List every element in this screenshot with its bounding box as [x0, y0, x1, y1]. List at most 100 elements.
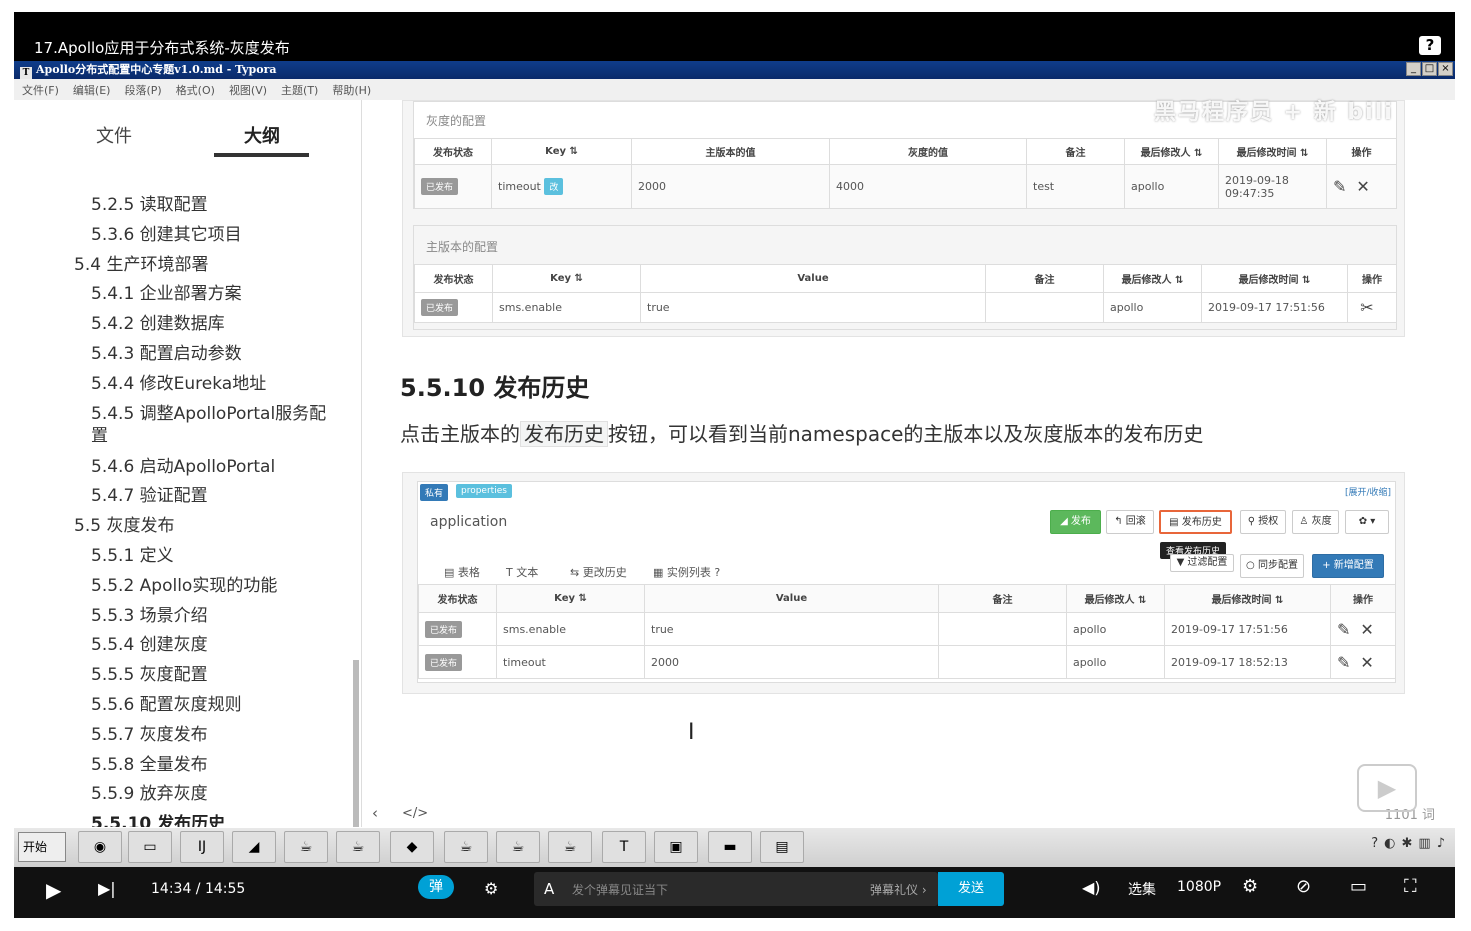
quality-button[interactable]: 1080P — [1177, 879, 1221, 895]
outline-item[interactable]: 5.5.7 灰度发布 — [91, 720, 208, 745]
th-status: 发布状态 — [414, 138, 492, 165]
outline-item[interactable]: 5.5.4 创建灰度 — [91, 630, 208, 655]
tab-table[interactable]: ▤ 表格 — [444, 564, 480, 580]
etiquette-link[interactable]: 弹幕礼仪 › — [870, 881, 927, 898]
outline-item[interactable]: 5.5.3 场景介绍 — [91, 601, 208, 626]
play-icon[interactable]: ▶ — [46, 878, 61, 902]
tools-icon[interactable]: ✂ — [1360, 298, 1373, 317]
outline-item[interactable]: 5.5 灰度发布 — [74, 511, 174, 536]
java-icon[interactable]: ☕ — [336, 831, 380, 863]
th-value: Value — [640, 264, 986, 293]
menu-paragraph[interactable]: 段落(P) — [124, 82, 161, 98]
publish-button[interactable]: ◢ 发布 — [1050, 510, 1101, 534]
tray-icon[interactable]: ◐ — [1384, 836, 1395, 851]
outline-item[interactable]: 5.4.6 启动ApolloPortal — [91, 452, 275, 477]
outline-item[interactable]: 5.5.1 定义 — [91, 541, 174, 566]
rollback-button[interactable]: ↰ 回滚 — [1106, 510, 1154, 534]
font-icon[interactable]: A — [544, 880, 554, 898]
start-button[interactable]: 开始 — [18, 832, 66, 862]
menu-file[interactable]: 文件(F) — [22, 82, 59, 98]
edit-icon[interactable]: ✎ — [1337, 620, 1350, 639]
intellij-icon[interactable]: IJ — [180, 831, 224, 863]
java-icon[interactable]: ☕ — [496, 831, 540, 863]
terminal-icon[interactable]: ▬ — [708, 831, 752, 863]
outline-item[interactable]: 5.5.5 灰度配置 — [91, 660, 208, 685]
edit-icon[interactable]: ✎ — [1333, 177, 1346, 196]
menu-view[interactable]: 视图(V) — [229, 82, 267, 98]
app-icon[interactable]: ▣ — [654, 831, 698, 863]
outline-item[interactable]: 5.4.4 修改Eureka地址 — [91, 369, 266, 394]
outline-item[interactable]: 置 — [91, 421, 108, 446]
outline-item[interactable]: 5.5.6 配置灰度规则 — [91, 690, 242, 715]
tab-text[interactable]: T 文本 — [506, 564, 538, 580]
menu-help[interactable]: 帮助(H) — [332, 82, 371, 98]
play-overlay-icon[interactable]: ▶ — [1357, 764, 1417, 812]
gray-button[interactable]: ♙ 灰度 — [1292, 510, 1339, 534]
pip-off-icon[interactable]: ⊘ — [1296, 876, 1311, 897]
network-icon[interactable]: ▥ — [1418, 836, 1430, 851]
add-config-button[interactable]: + 新增配置 — [1312, 554, 1384, 578]
outline-item[interactable]: 5.4 生产环境部署 — [74, 250, 208, 275]
outline-item[interactable]: 5.4.7 验证配置 — [91, 481, 208, 506]
tab-change-history[interactable]: ⇆ 更改历史 — [570, 564, 627, 580]
sync-button[interactable]: ○ 同步配置 — [1240, 554, 1304, 578]
app-icon[interactable]: ◢ — [232, 831, 276, 863]
authorize-button[interactable]: ⚲ 授权 — [1240, 510, 1286, 534]
episodes-button[interactable]: 选集 — [1128, 879, 1156, 899]
outline-item[interactable]: 5.4.3 配置启动参数 — [91, 339, 242, 364]
edit-icon[interactable]: ✎ — [1337, 653, 1350, 672]
tab-files[interactable]: 文件 — [96, 122, 132, 148]
outline-item[interactable]: 5.3.6 创建其它项目 — [91, 220, 242, 245]
source-code-toggle[interactable]: </> — [402, 806, 428, 821]
danmu-settings-icon[interactable]: ⚙ — [484, 879, 498, 898]
back-arrow-icon[interactable]: ‹ — [372, 804, 378, 822]
settings-dropdown[interactable]: ✿ ▾ — [1345, 510, 1389, 534]
tray-icon[interactable]: ? — [1371, 836, 1378, 851]
remote-desktop-icon[interactable]: ▤ — [760, 831, 804, 863]
close-button[interactable]: × — [1438, 62, 1453, 76]
folder-icon[interactable]: ▭ — [128, 831, 172, 863]
bluetooth-icon[interactable]: ✱ — [1402, 836, 1413, 851]
maximize-button[interactable]: □ — [1422, 62, 1437, 76]
outline-item[interactable]: 5.5.8 全量发布 — [91, 750, 208, 775]
windows-taskbar: 开始 ◉ ▭ IJ ◢ ☕ ☕ ◆ ☕ ☕ ☕ T ▣ ▬ ▤ ? ◐ ✱ ▥ … — [14, 827, 1455, 867]
outline-item[interactable]: 5.4.5 调整ApolloPortal服务配 — [91, 399, 326, 424]
java-icon[interactable]: ☕ — [444, 831, 488, 863]
th-key: Key ⇅ — [491, 138, 632, 165]
next-icon[interactable]: ▶| — [98, 879, 116, 898]
volume-icon[interactable]: ◀) — [1082, 878, 1101, 897]
delete-icon[interactable]: ✕ — [1356, 177, 1369, 196]
menu-format[interactable]: 格式(O) — [176, 82, 215, 98]
delete-icon[interactable]: ✕ — [1360, 653, 1373, 672]
widescreen-icon[interactable]: ▭ — [1350, 876, 1367, 897]
release-history-button[interactable]: ▤ 发布历史 — [1159, 510, 1232, 534]
outline-item[interactable]: 5.4.1 企业部署方案 — [91, 279, 242, 304]
danmu-toggle[interactable]: 弹 — [418, 875, 454, 899]
outline-item[interactable]: 5.2.5 读取配置 — [91, 190, 208, 215]
cell-main-value: 2000 — [631, 164, 830, 209]
menu-theme[interactable]: 主题(T) — [281, 82, 318, 98]
outline-item[interactable]: 5.4.2 创建数据库 — [91, 309, 225, 334]
tool-icon[interactable]: ◆ — [390, 831, 434, 863]
sidebar-scrollbar[interactable] — [353, 660, 359, 835]
chrome-icon[interactable]: ◉ — [78, 831, 122, 863]
java-icon[interactable]: ☕ — [548, 831, 592, 863]
expand-toggle[interactable]: [展开/收缩] — [1345, 485, 1391, 498]
send-button[interactable]: 发送 — [938, 872, 1004, 906]
tab-instances[interactable]: ▦ 实例列表 ? — [653, 564, 720, 580]
minimize-button[interactable]: _ — [1406, 62, 1421, 76]
delete-icon[interactable]: ✕ — [1360, 620, 1373, 639]
volume-icon[interactable]: ♪ — [1437, 836, 1445, 851]
typora-task-icon[interactable]: T — [602, 831, 646, 863]
danmu-input[interactable]: A 发个弹幕见证当下 弹幕礼仪 › — [534, 872, 938, 906]
menu-edit[interactable]: 编辑(E) — [73, 82, 111, 98]
settings-icon[interactable]: ⚙ — [1242, 876, 1258, 897]
tab-outline[interactable]: 大纲 — [244, 122, 280, 148]
help-icon[interactable]: ? — [1419, 36, 1441, 55]
fullscreen-icon[interactable]: ⛶ — [1404, 876, 1417, 897]
th-value: Value — [644, 584, 939, 613]
outline-item[interactable]: 5.5.2 Apollo实现的功能 — [91, 571, 277, 596]
outline-item[interactable]: 5.5.9 放弃灰度 — [91, 779, 208, 804]
filter-button[interactable]: ▼ 过滤配置 — [1170, 554, 1234, 572]
java-icon[interactable]: ☕ — [284, 831, 328, 863]
